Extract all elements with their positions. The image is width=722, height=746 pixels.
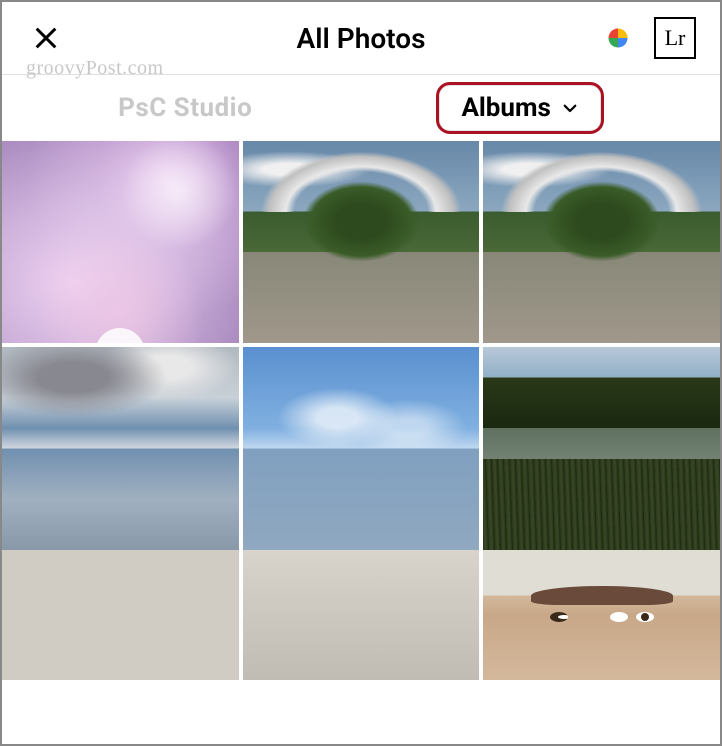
photo-thumbnail[interactable] xyxy=(2,141,239,343)
photo-thumbnail[interactable] xyxy=(483,141,720,343)
photo-thumbnail[interactable] xyxy=(483,347,720,549)
page-title: All Photos xyxy=(297,22,426,55)
photo-thumbnail[interactable] xyxy=(2,347,239,549)
photo-thumbnail[interactable] xyxy=(483,550,720,680)
photo-thumbnail[interactable] xyxy=(2,550,239,680)
google-photos-button[interactable] xyxy=(598,18,638,58)
close-icon xyxy=(32,24,60,52)
source-tabs: PsC Studio Albums xyxy=(2,75,720,141)
photo-thumbnail[interactable] xyxy=(243,550,480,680)
photo-grid xyxy=(2,141,720,550)
photo-grid-row xyxy=(2,550,720,680)
lightroom-label: Lr xyxy=(665,25,686,51)
chevron-down-icon xyxy=(561,99,579,117)
albums-label: Albums xyxy=(461,93,550,123)
tab-psc-studio[interactable]: PsC Studio xyxy=(118,93,252,123)
header-actions: Lr xyxy=(598,17,696,59)
lightroom-button[interactable]: Lr xyxy=(654,17,696,59)
albums-dropdown[interactable]: Albums xyxy=(436,82,603,134)
close-button[interactable] xyxy=(26,18,66,58)
google-photos-icon xyxy=(599,19,637,57)
photo-thumbnail[interactable] xyxy=(243,347,480,549)
header-bar: All Photos Lr xyxy=(2,2,720,74)
photo-thumbnail[interactable] xyxy=(243,141,480,343)
app-frame: All Photos Lr groovyPost.com PsC Studio … xyxy=(0,0,722,746)
